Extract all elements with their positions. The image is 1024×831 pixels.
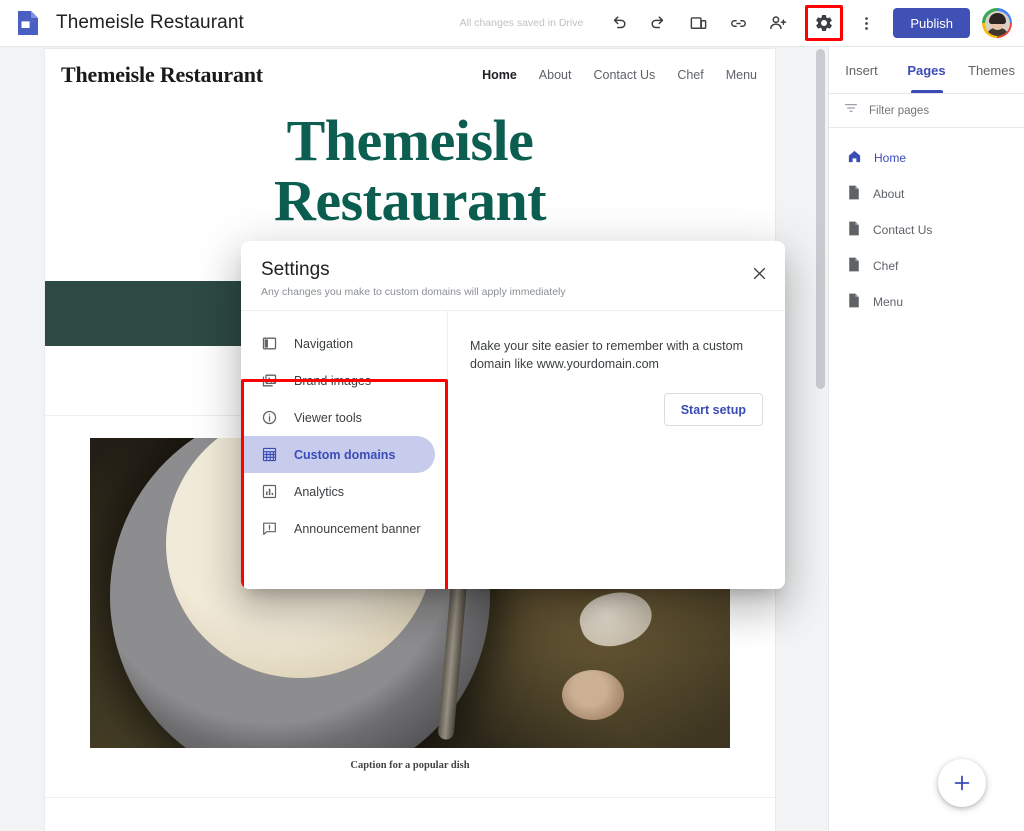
settings-detail-panel: Make your site easier to remember with a… bbox=[448, 311, 785, 589]
settings-menu-navigation[interactable]: Navigation bbox=[241, 325, 435, 362]
dialog-body: Navigation Brand images bbox=[241, 311, 785, 589]
close-icon[interactable] bbox=[747, 261, 771, 285]
settings-menu-label: Custom domains bbox=[294, 448, 395, 462]
settings-menu-viewer-tools[interactable]: Viewer tools bbox=[241, 399, 435, 436]
dialog-subtitle: Any changes you make to custom domains w… bbox=[261, 286, 765, 298]
settings-menu: Navigation Brand images bbox=[241, 311, 448, 589]
analytics-icon bbox=[260, 483, 278, 501]
settings-menu-analytics[interactable]: Analytics bbox=[241, 473, 435, 510]
start-setup-button[interactable]: Start setup bbox=[664, 393, 763, 426]
brand-images-icon bbox=[260, 372, 278, 390]
settings-menu-label: Viewer tools bbox=[294, 411, 362, 425]
settings-menu-label: Analytics bbox=[294, 485, 344, 499]
settings-dialog: Settings Any changes you make to custom … bbox=[241, 241, 785, 589]
settings-menu-label: Navigation bbox=[294, 337, 353, 351]
dialog-title: Settings bbox=[261, 259, 765, 281]
announcement-banner-icon bbox=[260, 520, 278, 538]
dialog-header: Settings Any changes you make to custom … bbox=[241, 241, 785, 311]
settings-menu-announcement-banner[interactable]: Announcement banner bbox=[241, 510, 435, 547]
settings-menu-brand-images[interactable]: Brand images bbox=[241, 362, 435, 399]
navigation-icon bbox=[260, 335, 278, 353]
settings-menu-label: Announcement banner bbox=[294, 522, 420, 536]
settings-menu-label: Brand images bbox=[294, 374, 371, 388]
custom-domains-icon bbox=[260, 446, 278, 464]
custom-domains-description: Make your site easier to remember with a… bbox=[470, 337, 763, 373]
viewer-tools-icon bbox=[260, 409, 278, 427]
google-sites-editor: Themeisle Restaurant All changes saved i… bbox=[0, 0, 1024, 831]
settings-menu-custom-domains[interactable]: Custom domains bbox=[241, 436, 435, 473]
